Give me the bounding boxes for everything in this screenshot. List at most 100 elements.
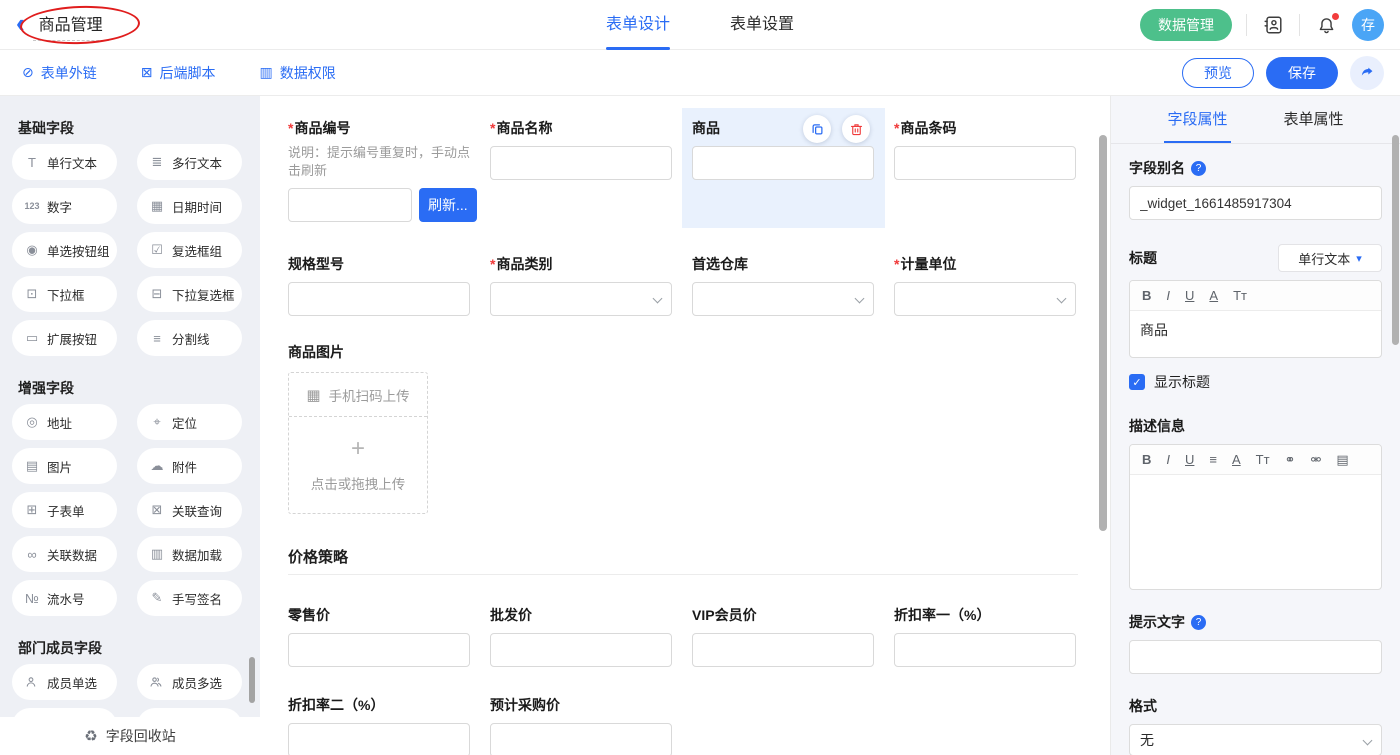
product-name-input[interactable] [490,146,672,180]
field-pill[interactable]: ▭扩展按钮 [12,320,117,356]
field-retail-price[interactable]: 零售价 [288,605,490,667]
product-code-input[interactable] [288,188,412,222]
spec-input[interactable] [288,282,470,316]
field-barcode[interactable]: *商品条码 [894,118,1096,222]
font-color-button[interactable]: A [1232,452,1241,467]
title-editor-content[interactable]: 商品 [1130,311,1381,357]
remove-link-button[interactable]: ⚮ [1310,452,1321,468]
field-recycle-bin[interactable]: ♻ 字段回收站 [0,717,260,755]
data-permission-link[interactable]: ▥ 数据权限 [259,63,335,83]
retail-price-input[interactable] [288,633,470,667]
image-upload-box[interactable]: ▦ 手机扫码上传 + 点击或拖拽上传 [288,372,428,514]
field-pill[interactable]: ☁附件 [137,448,242,484]
field-pill[interactable]: 123数字 [12,188,117,224]
bold-button[interactable]: B [1142,288,1151,303]
sidebar-scrollbar-thumb[interactable] [249,657,255,703]
field-pill[interactable]: 成员单选 [12,664,117,700]
italic-button[interactable]: I [1166,452,1170,467]
notification-bell-icon[interactable] [1314,13,1338,37]
backend-script-link[interactable]: ⊠ 后端脚本 [141,63,216,83]
field-pill[interactable]: ⊠关联查询 [137,492,242,528]
bold-button[interactable]: B [1142,452,1151,467]
panel-scrollbar-thumb[interactable] [1392,135,1399,345]
field-vip-price[interactable]: VIP会员价 [692,605,894,667]
field-pill[interactable]: №流水号 [12,580,117,616]
field-pill[interactable]: ≡分割线 [137,320,242,356]
field-unit[interactable]: *计量单位 [894,254,1096,316]
contacts-book-icon[interactable] [1261,13,1285,37]
description-editor-content[interactable] [1130,475,1381,589]
field-pill[interactable]: ⊡下拉框 [12,276,117,312]
underline-button[interactable]: U [1185,288,1194,303]
preview-button[interactable]: 预览 [1182,58,1254,88]
italic-button[interactable]: I [1166,288,1170,303]
field-pill[interactable]: ◎地址 [12,404,117,440]
field-discount-1[interactable]: 折扣率一（%） [894,605,1096,667]
field-discount-2[interactable]: 折扣率二（%） [288,695,490,755]
description-editor[interactable]: B I U ≡ A Tт ⚭ ⚮ ▤ [1129,444,1382,590]
field-pill[interactable]: ⊞子表单 [12,492,117,528]
barcode-input[interactable] [894,146,1076,180]
discount-2-input[interactable] [288,723,470,755]
drag-upload-button[interactable]: + 点击或拖拽上传 [289,417,427,513]
user-avatar[interactable]: 存 [1352,9,1384,41]
field-warehouse[interactable]: 首选仓库 [692,254,894,316]
category-select[interactable] [490,282,672,316]
field-purchase-price[interactable]: 预计采购价 [490,695,692,755]
field-pill[interactable]: ≣多行文本 [137,144,242,180]
refresh-button[interactable]: 刷新... [419,188,477,222]
form-external-link[interactable]: ⊘ 表单外链 [22,63,97,83]
field-pill[interactable]: 成员多选 [137,664,242,700]
share-button[interactable] [1350,56,1384,90]
underline-button[interactable]: U [1185,452,1194,467]
show-title-checkbox[interactable]: ✓ [1129,374,1145,390]
insert-link-button[interactable]: ⚭ [1285,452,1296,468]
tab-form-design[interactable]: 表单设计 [606,0,670,50]
warehouse-select[interactable] [692,282,874,316]
field-pill[interactable]: ∞关联数据 [12,536,117,572]
help-icon[interactable]: ? [1191,615,1206,630]
field-product-code[interactable]: *商品编号 说明：提示编号重复时，手动点击刷新 刷新... [288,118,490,222]
field-product-selected[interactable]: 商品 [692,118,894,222]
title-type-select[interactable]: 单行文本 ▾ [1278,244,1382,272]
field-product-name[interactable]: *商品名称 [490,118,692,222]
field-pill[interactable]: ▤图片 [12,448,117,484]
hint-input[interactable] [1129,640,1382,674]
field-pill[interactable]: ▥数据加载 [137,536,242,572]
alias-input[interactable] [1129,186,1382,220]
field-spec[interactable]: 规格型号 [288,254,490,316]
font-size-button[interactable]: Tт [1233,288,1247,303]
discount-1-input[interactable] [894,633,1076,667]
field-product-image[interactable]: 商品图片 ▦ 手机扫码上传 + 点击或拖拽上传 [288,342,1110,514]
align-button[interactable]: ≡ [1209,452,1217,467]
field-category[interactable]: *商品类别 [490,254,692,316]
unit-select[interactable] [894,282,1076,316]
font-size-button[interactable]: Tт [1256,452,1270,467]
help-icon[interactable]: ? [1191,161,1206,176]
field-pill[interactable]: ✎手写签名 [137,580,242,616]
field-pill[interactable]: ☑复选框组 [137,232,242,268]
field-wholesale-price[interactable]: 批发价 [490,605,692,667]
tab-form-settings[interactable]: 表单设置 [730,0,794,50]
title-editor[interactable]: B I U A Tт 商品 [1129,280,1382,358]
save-button[interactable]: 保存 [1266,57,1338,89]
insert-image-button[interactable]: ▤ [1336,452,1348,468]
vip-price-input[interactable] [692,633,874,667]
tab-form-properties[interactable]: 表单属性 [1284,96,1344,143]
field-pill[interactable]: ▦日期时间 [137,188,242,224]
wholesale-price-input[interactable] [490,633,672,667]
scan-upload-button[interactable]: ▦ 手机扫码上传 [289,373,427,417]
tab-field-properties[interactable]: 字段属性 [1167,96,1227,143]
data-manage-button[interactable]: 数据管理 [1140,9,1232,41]
form-canvas[interactable]: *商品编号 说明：提示编号重复时，手动点击刷新 刷新... *商品名称 商品 *… [260,96,1110,755]
font-color-button[interactable]: A [1209,288,1218,303]
price-section-divider[interactable]: 价格策略 [288,546,1110,575]
field-pill[interactable]: ⊟下拉复选框 [137,276,242,312]
canvas-scrollbar-thumb[interactable] [1099,135,1107,531]
purchase-price-input[interactable] [490,723,672,755]
field-pill[interactable]: T单行文本 [12,144,117,180]
format-select[interactable]: 无 [1129,724,1382,755]
field-pill[interactable]: ⌖定位 [137,404,242,440]
product-input[interactable] [692,146,874,180]
field-pill[interactable]: ◉单选按钮组 [12,232,117,268]
